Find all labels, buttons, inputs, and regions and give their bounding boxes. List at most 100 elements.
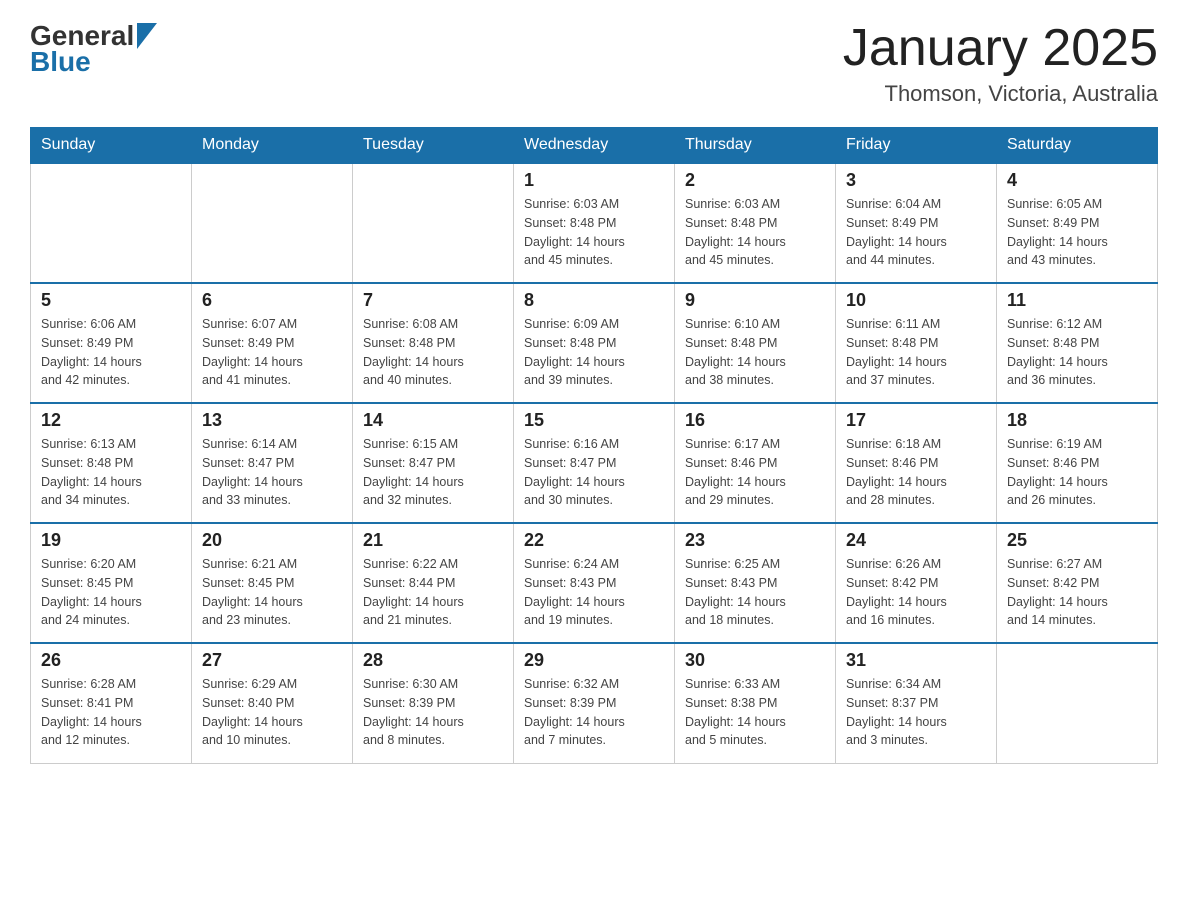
calendar-cell: 27 Sunrise: 6:29 AM Sunset: 8:40 PM Dayli… bbox=[192, 643, 353, 763]
day-info: Sunrise: 6:32 AM Sunset: 8:39 PM Dayligh… bbox=[524, 675, 664, 750]
day-info: Sunrise: 6:33 AM Sunset: 8:38 PM Dayligh… bbox=[685, 675, 825, 750]
calendar-day-header: Thursday bbox=[675, 128, 836, 164]
day-info: Sunrise: 6:26 AM Sunset: 8:42 PM Dayligh… bbox=[846, 555, 986, 630]
day-info: Sunrise: 6:28 AM Sunset: 8:41 PM Dayligh… bbox=[41, 675, 181, 750]
day-number: 28 bbox=[363, 650, 503, 671]
day-number: 21 bbox=[363, 530, 503, 551]
calendar-cell: 26 Sunrise: 6:28 AM Sunset: 8:41 PM Dayli… bbox=[31, 643, 192, 763]
day-info: Sunrise: 6:29 AM Sunset: 8:40 PM Dayligh… bbox=[202, 675, 342, 750]
day-number: 11 bbox=[1007, 290, 1147, 311]
calendar-cell: 5 Sunrise: 6:06 AM Sunset: 8:49 PM Daylig… bbox=[31, 283, 192, 403]
calendar-cell: 6Sunrise: 6:07 AM Sunset: 8:49 PM Daylig… bbox=[192, 283, 353, 403]
day-number: 22 bbox=[524, 530, 664, 551]
calendar-cell: 21 Sunrise: 6:22 AM Sunset: 8:44 PM Dayli… bbox=[353, 523, 514, 643]
day-number: 20 bbox=[202, 530, 342, 551]
day-number: 14 bbox=[363, 410, 503, 431]
calendar-cell bbox=[192, 163, 353, 283]
calendar-cell: 13 Sunrise: 6:14 AM Sunset: 8:47 PM Dayli… bbox=[192, 403, 353, 523]
day-number: 10 bbox=[846, 290, 986, 311]
calendar-cell: 14 Sunrise: 6:15 AM Sunset: 8:47 PM Dayli… bbox=[353, 403, 514, 523]
calendar-cell: 4 Sunrise: 6:05 AM Sunset: 8:49 PM Daylig… bbox=[997, 163, 1158, 283]
calendar-cell: 2 Sunrise: 6:03 AM Sunset: 8:48 PM Daylig… bbox=[675, 163, 836, 283]
day-info: Sunrise: 6:22 AM Sunset: 8:44 PM Dayligh… bbox=[363, 555, 503, 630]
day-number: 17 bbox=[846, 410, 986, 431]
calendar-week-row: 26 Sunrise: 6:28 AM Sunset: 8:41 PM Dayli… bbox=[31, 643, 1158, 763]
calendar-cell: 8Sunrise: 6:09 AM Sunset: 8:48 PM Daylig… bbox=[514, 283, 675, 403]
day-info: Sunrise: 6:12 AM Sunset: 8:48 PM Dayligh… bbox=[1007, 315, 1147, 390]
day-number: 13 bbox=[202, 410, 342, 431]
logo: General Blue bbox=[30, 20, 157, 78]
calendar-cell bbox=[353, 163, 514, 283]
day-number: 1 bbox=[524, 170, 664, 191]
day-number: 25 bbox=[1007, 530, 1147, 551]
page-header: General Blue January 2025 Thomson, Victo… bbox=[30, 20, 1158, 107]
calendar-week-row: 12Sunrise: 6:13 AM Sunset: 8:48 PM Dayli… bbox=[31, 403, 1158, 523]
day-info: Sunrise: 6:19 AM Sunset: 8:46 PM Dayligh… bbox=[1007, 435, 1147, 510]
day-number: 18 bbox=[1007, 410, 1147, 431]
calendar-header-row: SundayMondayTuesdayWednesdayThursdayFrid… bbox=[31, 128, 1158, 164]
month-title: January 2025 bbox=[843, 20, 1158, 77]
day-info: Sunrise: 6:34 AM Sunset: 8:37 PM Dayligh… bbox=[846, 675, 986, 750]
day-info: Sunrise: 6:24 AM Sunset: 8:43 PM Dayligh… bbox=[524, 555, 664, 630]
calendar-cell: 23 Sunrise: 6:25 AM Sunset: 8:43 PM Dayli… bbox=[675, 523, 836, 643]
day-number: 31 bbox=[846, 650, 986, 671]
logo-blue-text: Blue bbox=[30, 46, 157, 78]
day-number: 26 bbox=[41, 650, 181, 671]
day-info: Sunrise: 6:05 AM Sunset: 8:49 PM Dayligh… bbox=[1007, 195, 1147, 270]
calendar-cell: 15Sunrise: 6:16 AM Sunset: 8:47 PM Dayli… bbox=[514, 403, 675, 523]
calendar-cell: 11 Sunrise: 6:12 AM Sunset: 8:48 PM Dayli… bbox=[997, 283, 1158, 403]
day-info: Sunrise: 6:07 AM Sunset: 8:49 PM Dayligh… bbox=[202, 315, 342, 390]
day-info: Sunrise: 6:25 AM Sunset: 8:43 PM Dayligh… bbox=[685, 555, 825, 630]
day-number: 19 bbox=[41, 530, 181, 551]
day-number: 5 bbox=[41, 290, 181, 311]
day-number: 3 bbox=[846, 170, 986, 191]
day-number: 27 bbox=[202, 650, 342, 671]
calendar-cell: 30 Sunrise: 6:33 AM Sunset: 8:38 PM Dayli… bbox=[675, 643, 836, 763]
day-number: 23 bbox=[685, 530, 825, 551]
calendar-week-row: 1 Sunrise: 6:03 AM Sunset: 8:48 PM Daylig… bbox=[31, 163, 1158, 283]
day-info: Sunrise: 6:20 AM Sunset: 8:45 PM Dayligh… bbox=[41, 555, 181, 630]
calendar-cell: 16Sunrise: 6:17 AM Sunset: 8:46 PM Dayli… bbox=[675, 403, 836, 523]
day-info: Sunrise: 6:13 AM Sunset: 8:48 PM Dayligh… bbox=[41, 435, 181, 510]
day-number: 2 bbox=[685, 170, 825, 191]
day-info: Sunrise: 6:04 AM Sunset: 8:49 PM Dayligh… bbox=[846, 195, 986, 270]
calendar-cell: 19 Sunrise: 6:20 AM Sunset: 8:45 PM Dayli… bbox=[31, 523, 192, 643]
calendar-cell: 20 Sunrise: 6:21 AM Sunset: 8:45 PM Dayli… bbox=[192, 523, 353, 643]
calendar-cell: 28Sunrise: 6:30 AM Sunset: 8:39 PM Dayli… bbox=[353, 643, 514, 763]
calendar-cell: 25Sunrise: 6:27 AM Sunset: 8:42 PM Dayli… bbox=[997, 523, 1158, 643]
calendar-table: SundayMondayTuesdayWednesdayThursdayFrid… bbox=[30, 127, 1158, 764]
day-info: Sunrise: 6:11 AM Sunset: 8:48 PM Dayligh… bbox=[846, 315, 986, 390]
calendar-cell: 29Sunrise: 6:32 AM Sunset: 8:39 PM Dayli… bbox=[514, 643, 675, 763]
day-number: 30 bbox=[685, 650, 825, 671]
calendar-cell: 10 Sunrise: 6:11 AM Sunset: 8:48 PM Dayli… bbox=[836, 283, 997, 403]
day-number: 4 bbox=[1007, 170, 1147, 191]
calendar-day-header: Sunday bbox=[31, 128, 192, 164]
day-number: 7 bbox=[363, 290, 503, 311]
day-number: 15 bbox=[524, 410, 664, 431]
location-title: Thomson, Victoria, Australia bbox=[843, 81, 1158, 107]
calendar-day-header: Wednesday bbox=[514, 128, 675, 164]
day-info: Sunrise: 6:03 AM Sunset: 8:48 PM Dayligh… bbox=[524, 195, 664, 270]
calendar-week-row: 5 Sunrise: 6:06 AM Sunset: 8:49 PM Daylig… bbox=[31, 283, 1158, 403]
calendar-cell: 3 Sunrise: 6:04 AM Sunset: 8:49 PM Daylig… bbox=[836, 163, 997, 283]
day-info: Sunrise: 6:21 AM Sunset: 8:45 PM Dayligh… bbox=[202, 555, 342, 630]
calendar-cell: 17Sunrise: 6:18 AM Sunset: 8:46 PM Dayli… bbox=[836, 403, 997, 523]
day-info: Sunrise: 6:14 AM Sunset: 8:47 PM Dayligh… bbox=[202, 435, 342, 510]
calendar-day-header: Monday bbox=[192, 128, 353, 164]
day-info: Sunrise: 6:17 AM Sunset: 8:46 PM Dayligh… bbox=[685, 435, 825, 510]
day-info: Sunrise: 6:06 AM Sunset: 8:49 PM Dayligh… bbox=[41, 315, 181, 390]
calendar-cell bbox=[997, 643, 1158, 763]
day-info: Sunrise: 6:03 AM Sunset: 8:48 PM Dayligh… bbox=[685, 195, 825, 270]
title-section: January 2025 Thomson, Victoria, Australi… bbox=[843, 20, 1158, 107]
day-info: Sunrise: 6:15 AM Sunset: 8:47 PM Dayligh… bbox=[363, 435, 503, 510]
calendar-cell: 7Sunrise: 6:08 AM Sunset: 8:48 PM Daylig… bbox=[353, 283, 514, 403]
calendar-cell: 31 Sunrise: 6:34 AM Sunset: 8:37 PM Dayli… bbox=[836, 643, 997, 763]
calendar-cell bbox=[31, 163, 192, 283]
day-number: 24 bbox=[846, 530, 986, 551]
calendar-week-row: 19 Sunrise: 6:20 AM Sunset: 8:45 PM Dayli… bbox=[31, 523, 1158, 643]
calendar-day-header: Tuesday bbox=[353, 128, 514, 164]
calendar-cell: 18 Sunrise: 6:19 AM Sunset: 8:46 PM Dayli… bbox=[997, 403, 1158, 523]
calendar-cell: 1 Sunrise: 6:03 AM Sunset: 8:48 PM Daylig… bbox=[514, 163, 675, 283]
calendar-cell: 24 Sunrise: 6:26 AM Sunset: 8:42 PM Dayli… bbox=[836, 523, 997, 643]
calendar-cell: 12Sunrise: 6:13 AM Sunset: 8:48 PM Dayli… bbox=[31, 403, 192, 523]
